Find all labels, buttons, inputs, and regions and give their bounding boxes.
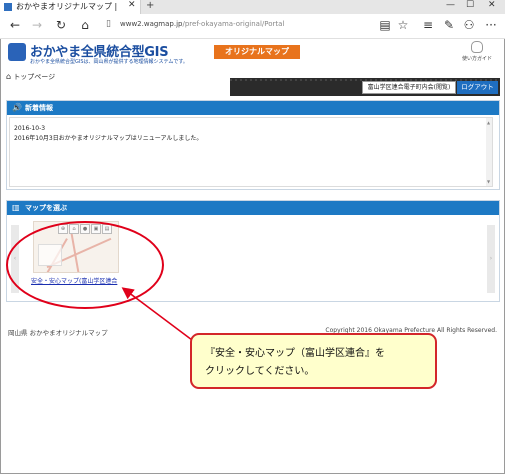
carousel-next-button[interactable]: › [487, 225, 495, 293]
mouse-icon [471, 41, 483, 53]
news-text: 2016年10月3日おかやまオリジナルマップはリニューアルしました。 [14, 135, 203, 142]
page-info-icon[interactable]: ▯ [106, 19, 116, 31]
site-subtitle: おかやま全県統合型GISは、岡山県が提供する地理情報システムです。 [30, 59, 188, 65]
tab-title: おかやまオリジナルマップ | [16, 2, 118, 11]
forward-icon[interactable]: → [30, 18, 44, 32]
back-icon[interactable]: ← [8, 18, 22, 32]
close-tab-icon[interactable]: ✕ [128, 0, 136, 10]
news-scrollbar[interactable]: ▲ ▼ [486, 118, 492, 186]
callout-line-1: 『安全・安心マップ（富山学区連合』を [205, 348, 385, 359]
address-bar: ← → ↻ ⌂ ▯ www2.wagmap.jp/pref-okayama-or… [0, 14, 505, 39]
map-select-heading: マップを選ぶ [25, 204, 67, 212]
breadcrumb[interactable]: ⌂ トップページ [6, 72, 55, 82]
reading-view-icon[interactable]: ▤ [378, 18, 392, 32]
favorite-star-icon[interactable]: ☆ [396, 18, 410, 32]
browser-tab[interactable]: おかやまオリジナルマップ | ✕ [0, 0, 141, 14]
web-note-icon[interactable]: ✎ [442, 18, 456, 32]
news-panel: 🔊 新着情報 2016-10-3 2016年10月3日おかやまオリジナルマップは… [6, 100, 500, 190]
highlight-ellipse [6, 221, 164, 309]
more-icon[interactable]: ··· [484, 18, 498, 32]
news-panel-header: 🔊 新着情報 [7, 101, 499, 115]
url-host: www2.wagmap.jp [120, 20, 183, 28]
breadcrumb-top-page: トップページ [13, 73, 56, 81]
home-icon[interactable]: ⌂ [78, 18, 92, 32]
user-bar: 富山学区連合電子町内会(閲覧) ログアウト [230, 78, 500, 96]
maximize-window-icon[interactable]: ☐ [466, 0, 474, 10]
news-date: 2016-10-3 [14, 125, 46, 132]
close-window-icon[interactable]: ✕ [488, 0, 496, 10]
site-favicon-icon [4, 3, 12, 11]
logged-in-user: 富山学区連合電子町内会(閲覧) [362, 81, 456, 94]
callout-line-2: クリックしてください。 [205, 366, 315, 377]
new-tab-icon[interactable]: + [146, 0, 154, 11]
original-map-badge[interactable]: オリジナルマップ [214, 45, 300, 59]
share-icon[interactable]: ⚇ [462, 18, 476, 32]
usage-guide-button[interactable]: 使い方ガイド [458, 41, 496, 69]
site-header: おかやま全県統合型GIS おかやま全県統合型GISは、岡山県が提供する地理情報シ… [0, 38, 505, 68]
minimize-window-icon[interactable]: — [446, 0, 455, 10]
instruction-callout: 『安全・安心マップ（富山学区連合』を クリックしてください。 [190, 333, 437, 389]
logout-button[interactable]: ログアウト [457, 81, 498, 94]
footer-site-name: 岡山県 おかやまオリジナルマップ [8, 329, 108, 337]
scroll-down-icon[interactable]: ▼ [487, 179, 490, 184]
scroll-up-icon[interactable]: ▲ [487, 120, 490, 125]
url-path: /pref-okayama-original/Portal [182, 20, 285, 28]
building-icon: ▥ [12, 203, 20, 212]
news-list[interactable]: 2016-10-3 2016年10月3日おかやまオリジナルマップはリニューアルし… [9, 117, 493, 187]
map-select-header: ▥ マップを選ぶ [7, 201, 499, 215]
refresh-icon[interactable]: ↻ [54, 18, 68, 32]
usage-guide-label: 使い方ガイド [461, 56, 492, 62]
news-heading: 新着情報 [25, 104, 53, 112]
url-field[interactable]: ▯ www2.wagmap.jp/pref-okayama-original/P… [104, 18, 404, 33]
tab-strip: おかやまオリジナルマップ | ✕ + — ☐ ✕ [0, 0, 505, 14]
home-breadcrumb-icon: ⌂ [6, 72, 12, 81]
speaker-icon: 🔊 [12, 103, 22, 112]
hub-icon[interactable]: ≡ [421, 18, 435, 32]
gis-logo-icon [8, 43, 26, 61]
